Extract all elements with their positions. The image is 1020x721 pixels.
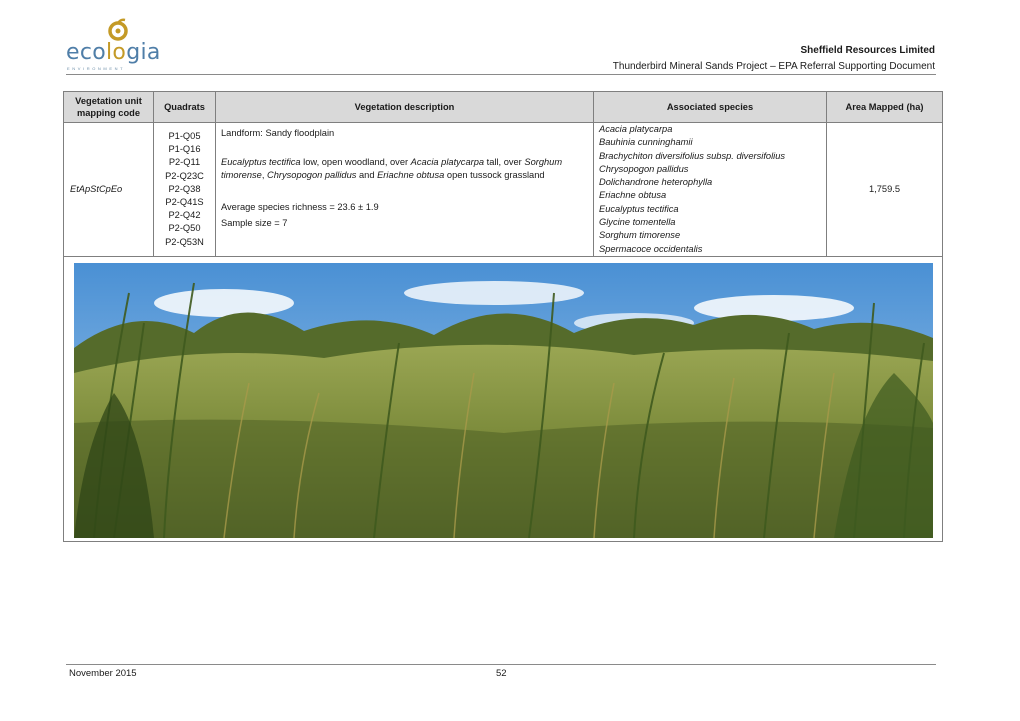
quadrat-item: P1-Q16: [168, 144, 201, 155]
header-mapping-code: Vegetation unit mapping code: [63, 91, 154, 123]
footer-divider: [66, 664, 936, 665]
quadrat-item: P2-Q38: [168, 183, 201, 194]
species-item: Brachychiton diversifolius subsp. divers…: [599, 150, 786, 161]
header-quadrats: Quadrats: [153, 91, 216, 123]
header-species: Associated species: [593, 91, 827, 123]
grassland-photo: [74, 262, 933, 538]
quadrats-cell: P1-Q05 P1-Q16 P2-Q11 P2-Q23C P2-Q38 P2-Q…: [153, 122, 216, 257]
vegetation-description-text: Eucalyptus tectifica low, open woodland,…: [221, 157, 563, 180]
species-richness-text: Average species richness = 23.6 ± 1.9: [221, 202, 379, 212]
vegetation-table: Vegetation unit mapping code Quadrats Ve…: [63, 91, 943, 542]
species-cell: Acacia platycarpa Bauhinia cunninghamii …: [593, 122, 827, 257]
description-cell: Landform: Sandy floodplain Eucalyptus te…: [215, 122, 594, 257]
footer-date: November 2015: [69, 668, 137, 679]
species-item: Spermacoce occidentalis: [599, 243, 703, 254]
page-number: 52: [496, 668, 507, 679]
mapping-code-cell: EtApStCpEo: [63, 122, 154, 257]
photo-cell: [63, 255, 943, 542]
species-item: Chrysopogon pallidus: [599, 163, 689, 174]
logo-tagline: ENVIRONMENT: [67, 66, 126, 71]
header-divider: [66, 74, 936, 75]
header-area: Area Mapped (ha): [826, 91, 943, 123]
table-header-row: Vegetation unit mapping code Quadrats Ve…: [63, 91, 943, 123]
document-title: Thunderbird Mineral Sands Project – EPA …: [612, 61, 935, 72]
species-item: Eucalyptus tectifica: [599, 203, 679, 214]
company-name: Sheffield Resources Limited: [800, 45, 935, 56]
quadrat-item: P1-Q05: [168, 131, 201, 141]
logo-swirl-icon: [108, 18, 128, 41]
quadrat-item: P2-Q42: [168, 210, 201, 221]
photo-row: [63, 255, 943, 542]
species-item: Glycine tomentella: [599, 217, 676, 228]
species-item: Dolichandrone heterophylla: [599, 177, 713, 188]
quadrat-item: P2-Q53N: [165, 236, 204, 247]
logo-wordmark: ecologia: [66, 40, 161, 65]
table-row: EtApStCpEo P1-Q05 P1-Q16 P2-Q11 P2-Q23C …: [63, 122, 943, 257]
area-cell: 1,759.5: [826, 122, 943, 257]
quadrat-item: P2-Q41S: [165, 197, 204, 208]
header-description: Vegetation description: [215, 91, 594, 123]
quadrat-item: P2-Q23C: [165, 170, 204, 181]
quadrat-item: P2-Q11: [168, 157, 201, 168]
species-item: Bauhinia cunninghamii: [599, 137, 693, 148]
sample-size-text: Sample size = 7: [221, 218, 288, 228]
species-item: Sorghum timorense: [599, 230, 681, 241]
quadrat-item: P2-Q50: [168, 223, 201, 234]
species-item: Acacia platycarpa: [599, 124, 673, 134]
landform-text: Landform: Sandy floodplain: [221, 128, 335, 138]
ecologia-logo: ecologia ENVIRONMENT: [66, 18, 160, 74]
species-item: Eriachne obtusa: [599, 190, 667, 201]
